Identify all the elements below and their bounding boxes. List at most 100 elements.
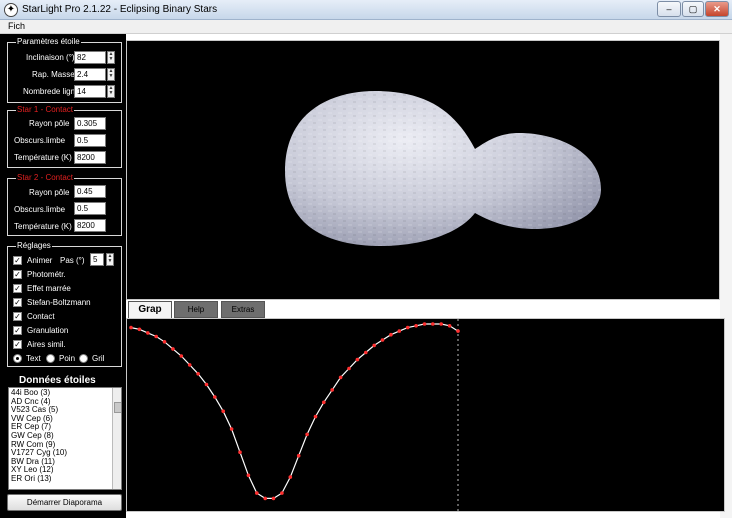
curve-point [280, 491, 284, 495]
list-scroll-thumb[interactable] [114, 402, 121, 413]
effet-maree-label: Effet marrée [27, 284, 71, 293]
rap-masse-field[interactable]: 2.4 [74, 68, 106, 81]
donnees-title: Données étoiles [19, 375, 96, 386]
light-curve-panel[interactable] [126, 318, 725, 512]
menu-bar: Fich [0, 20, 732, 34]
granulation-checkbox[interactable]: ✓ [13, 326, 22, 335]
binary-star-render [285, 91, 601, 246]
curve-point [397, 329, 402, 333]
star2-rayon-field[interactable]: 0.45 [74, 185, 106, 198]
aires-label: Aires simil. [27, 340, 66, 349]
close-button[interactable]: ✕ [705, 1, 729, 17]
light-curve-points [129, 322, 460, 501]
parametres-label: Paramètres étoile [16, 37, 81, 46]
stefan-label: Stefan-Boltzmann [27, 298, 91, 307]
curve-point [439, 322, 444, 326]
curve-point [229, 427, 234, 431]
curve-point [405, 325, 410, 330]
star-data-list[interactable]: 44i Boo (3) AD Cnc (4) V523 Cas (5) VW Cep … [8, 387, 122, 490]
star-surface-texture [285, 91, 601, 246]
inclinaison-spinner[interactable]: ▲ ▼ [107, 51, 115, 64]
photometr-label: Photométr. [27, 270, 66, 279]
curve-point [338, 375, 343, 380]
radio-poin[interactable] [46, 354, 55, 363]
curve-point [162, 340, 167, 344]
radio-text[interactable] [13, 354, 22, 363]
rap-masse-label: Rap. Masse [32, 70, 75, 79]
curve-point [146, 331, 150, 335]
curve-point [414, 324, 418, 328]
curve-point [271, 496, 276, 501]
minimize-button[interactable]: – [657, 1, 681, 17]
inclinaison-label: Inclinaison (°) [26, 53, 75, 62]
list-scrollbar[interactable] [112, 388, 121, 489]
curve-point [263, 496, 267, 501]
pas-field[interactable]: 5 [90, 253, 104, 266]
curve-point [456, 329, 460, 333]
star2-temperature-field[interactable]: 8200 [74, 219, 106, 232]
nombre-lignes-label: Nombrede lign [23, 87, 76, 96]
curve-point [322, 400, 326, 405]
curve-point [330, 388, 334, 392]
window-title: StarLight Pro 2.1.22 - Eclipsing Binary … [22, 4, 218, 15]
contact-checkbox[interactable]: ✓ [13, 312, 22, 321]
curve-point [196, 372, 200, 376]
curve-point [447, 324, 452, 328]
nombre-lignes-spinner[interactable]: ▲ ▼ [107, 85, 115, 98]
star1-obscurs-field[interactable]: 0.5 [74, 134, 106, 147]
radio-poin-label: Poin [59, 354, 76, 363]
star2-rayon-label: Rayon pôle [29, 188, 70, 197]
radio-gril-label: Gril [92, 354, 105, 363]
star1-obscurs-label: Obscurs.limbe [14, 136, 66, 145]
star-list-item[interactable]: ER Ori (13) [9, 474, 121, 484]
curve-point [347, 366, 351, 371]
inclinaison-field[interactable]: 82 [74, 51, 106, 64]
radio-gril[interactable] [79, 354, 88, 363]
aires-checkbox[interactable]: ✓ [13, 340, 22, 349]
star2-obscurs-field[interactable]: 0.5 [74, 202, 106, 215]
rap-masse-spinner[interactable]: ▲ ▼ [107, 68, 115, 81]
curve-point [171, 347, 175, 351]
curve-point [204, 382, 209, 387]
pas-spinner[interactable]: ▲ ▼ [106, 253, 114, 266]
demarrer-diaporama-button[interactable]: Démarrer Diaporama [7, 494, 122, 511]
curve-point [355, 357, 360, 362]
effet-maree-checkbox[interactable]: ✓ [13, 284, 22, 293]
light-curve-chart [129, 319, 460, 511]
maximize-button[interactable]: ▢ [682, 1, 704, 17]
star2-obscurs-label: Obscurs.limbe [14, 205, 66, 214]
animer-checkbox[interactable]: ✓ [13, 256, 22, 265]
stefan-checkbox[interactable]: ✓ [13, 298, 22, 307]
granulation-label: Granulation [27, 326, 69, 335]
curve-point [179, 354, 184, 358]
curve-point [313, 414, 318, 419]
curve-point [187, 363, 192, 367]
title-bar: ✦ StarLight Pro 2.1.22 - Eclipsing Binar… [0, 0, 732, 20]
star1-temperature-label: Température (K) [14, 153, 72, 162]
star1-rayon-field[interactable]: 0.305 [74, 117, 106, 130]
radio-text-label: Text [26, 354, 41, 363]
curve-point [431, 322, 435, 326]
star1-rayon-label: Rayon pôle [29, 119, 70, 128]
menu-file[interactable]: Fich [8, 21, 25, 31]
curve-point [221, 409, 225, 413]
curve-point [389, 332, 393, 337]
curve-point [288, 475, 293, 479]
star-viewport[interactable] [126, 40, 720, 300]
photometr-checkbox[interactable]: ✓ [13, 270, 22, 279]
light-curve-line [130, 323, 459, 499]
tab-grap[interactable]: Grap [128, 301, 172, 318]
nombre-lignes-field[interactable]: 14 [74, 85, 106, 98]
tab-extras[interactable]: Extras [221, 301, 265, 318]
curve-point [238, 450, 242, 454]
tab-help[interactable]: Help [174, 301, 218, 318]
curve-point [246, 473, 251, 478]
star-icon[interactable]: ✦ [4, 3, 18, 17]
reglages-label: Réglages [16, 241, 52, 250]
star2-label: Star 2 - Contact [16, 173, 75, 182]
animer-label: Animer [27, 256, 53, 265]
curve-point [364, 350, 368, 355]
pas-label: Pas (°) [60, 256, 85, 265]
star1-temperature-field[interactable]: 8200 [74, 151, 106, 164]
curve-point [372, 343, 376, 348]
